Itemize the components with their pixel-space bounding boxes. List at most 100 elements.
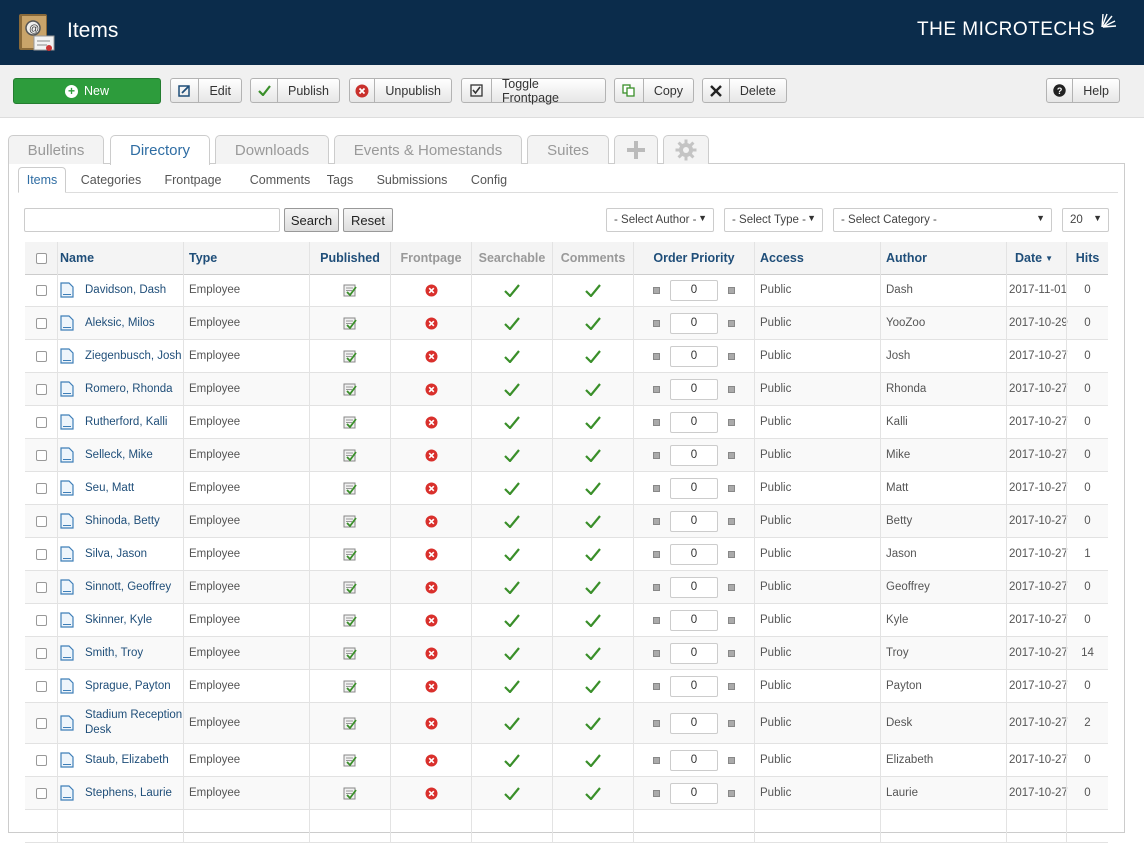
item-name-link[interactable]: Sprague, Payton	[85, 670, 185, 702]
published-toggle-icon[interactable]	[310, 604, 390, 636]
type-select[interactable]: - Select Type - ▼	[724, 208, 823, 232]
searchable-check-icon[interactable]	[472, 604, 552, 636]
order-up-icon[interactable]	[728, 385, 735, 393]
column-author[interactable]: Author	[886, 242, 1006, 274]
toggle-frontpage-button[interactable]: Toggle Frontpage	[461, 77, 606, 105]
comments-check-icon[interactable]	[553, 373, 633, 405]
order-down-icon[interactable]	[653, 517, 660, 525]
table-row[interactable]: Silva, Jason Employee 0 Public Jason 2017-10-…	[25, 538, 1108, 571]
order-up-icon[interactable]	[728, 719, 735, 727]
subtab-submissions[interactable]: Submissions	[372, 167, 452, 193]
order-down-icon[interactable]	[653, 756, 660, 764]
column-published[interactable]: Published	[310, 242, 390, 274]
tab-directory[interactable]: Directory	[110, 135, 210, 165]
order-priority-input[interactable]: 0	[670, 312, 718, 334]
order-down-icon[interactable]	[653, 550, 660, 558]
order-up-icon[interactable]	[728, 451, 735, 459]
item-name-link[interactable]: Ziegenbusch, Josh	[85, 340, 185, 372]
published-toggle-icon[interactable]	[310, 472, 390, 504]
published-toggle-icon[interactable]	[310, 274, 390, 306]
table-row[interactable]: Rutherford, Kalli Employee 0 Public Kalli 201…	[25, 406, 1108, 439]
item-name-link[interactable]: Seu, Matt	[85, 472, 185, 504]
frontpage-off-icon[interactable]	[391, 777, 471, 809]
row-checkbox[interactable]	[35, 647, 47, 659]
searchable-check-icon[interactable]	[472, 538, 552, 570]
published-toggle-icon[interactable]	[310, 406, 390, 438]
comments-check-icon[interactable]	[553, 538, 633, 570]
searchable-check-icon[interactable]	[472, 777, 552, 809]
order-down-icon[interactable]	[653, 682, 660, 690]
subtab-frontpage[interactable]: Frontpage	[158, 167, 228, 193]
order-down-icon[interactable]	[653, 385, 660, 393]
published-toggle-icon[interactable]	[310, 340, 390, 372]
subtab-categories[interactable]: Categories	[74, 167, 148, 193]
comments-check-icon[interactable]	[553, 505, 633, 537]
order-up-icon[interactable]	[728, 756, 735, 764]
searchable-check-icon[interactable]	[472, 505, 552, 537]
comments-check-icon[interactable]	[553, 777, 633, 809]
published-toggle-icon[interactable]	[310, 571, 390, 603]
limit-select[interactable]: 20 ▼	[1062, 208, 1109, 232]
subtab-tags[interactable]: Tags	[324, 167, 356, 193]
table-row[interactable]: Shinoda, Betty Employee 0 Public Betty 2017-1…	[25, 505, 1108, 538]
table-row[interactable]: Sinnott, Geoffrey Employee 0 Public Geoffrey…	[25, 571, 1108, 604]
published-toggle-icon[interactable]	[310, 307, 390, 339]
comments-check-icon[interactable]	[553, 472, 633, 504]
published-toggle-icon[interactable]	[310, 777, 390, 809]
searchable-check-icon[interactable]	[472, 571, 552, 603]
delete-button[interactable]: Delete	[702, 78, 787, 103]
table-row[interactable]: Stadium Reception Desk Employee 0 Public Des…	[25, 703, 1108, 744]
subtab-comments[interactable]: Comments	[238, 167, 322, 193]
item-name-link[interactable]: Stadium Reception Desk	[85, 703, 185, 743]
searchable-check-icon[interactable]	[472, 439, 552, 471]
frontpage-off-icon[interactable]	[391, 307, 471, 339]
frontpage-off-icon[interactable]	[391, 373, 471, 405]
table-row[interactable]: Stephens, Laurie Employee 0 Public Laurie 201…	[25, 777, 1108, 810]
row-checkbox[interactable]	[35, 317, 47, 329]
searchable-check-icon[interactable]	[472, 744, 552, 776]
search-input[interactable]	[24, 208, 280, 232]
edit-button[interactable]: Edit	[170, 78, 242, 103]
tab-suites[interactable]: Suites	[527, 135, 609, 164]
order-up-icon[interactable]	[728, 649, 735, 657]
order-up-icon[interactable]	[728, 517, 735, 525]
item-name-link[interactable]: Romero, Rhonda	[85, 373, 185, 405]
item-name-link[interactable]: Silva, Jason	[85, 538, 185, 570]
order-up-icon[interactable]	[728, 789, 735, 797]
item-name-link[interactable]: Sinnott, Geoffrey	[85, 571, 185, 603]
column-name[interactable]: Name	[60, 242, 180, 274]
order-down-icon[interactable]	[653, 352, 660, 360]
searchable-check-icon[interactable]	[472, 406, 552, 438]
item-name-link[interactable]: Staub, Elizabeth	[85, 744, 185, 776]
order-down-icon[interactable]	[653, 616, 660, 624]
published-toggle-icon[interactable]	[310, 744, 390, 776]
item-name-link[interactable]: Selleck, Mike	[85, 439, 185, 471]
column-hits[interactable]: Hits	[1067, 242, 1108, 274]
table-row[interactable]: Romero, Rhonda Employee 0 Public Rhonda 2017-…	[25, 373, 1108, 406]
order-up-icon[interactable]	[728, 418, 735, 426]
comments-check-icon[interactable]	[553, 406, 633, 438]
select-all-checkbox[interactable]	[35, 252, 47, 264]
order-down-icon[interactable]	[653, 418, 660, 426]
column-order-priority[interactable]: Order Priority	[634, 242, 754, 274]
table-row[interactable]: Aleksic, Milos Employee 0 Public YooZoo 2017-…	[25, 307, 1108, 340]
frontpage-off-icon[interactable]	[391, 340, 471, 372]
published-toggle-icon[interactable]	[310, 670, 390, 702]
searchable-check-icon[interactable]	[472, 472, 552, 504]
published-toggle-icon[interactable]	[310, 703, 390, 743]
order-up-icon[interactable]	[728, 286, 735, 294]
searchable-check-icon[interactable]	[472, 703, 552, 743]
order-priority-input[interactable]: 0	[670, 411, 718, 433]
subtab-items[interactable]: Items	[18, 167, 66, 193]
order-priority-input[interactable]: 0	[670, 378, 718, 400]
subtab-config[interactable]: Config	[466, 167, 512, 193]
order-priority-input[interactable]: 0	[670, 642, 718, 664]
comments-check-icon[interactable]	[553, 670, 633, 702]
order-priority-input[interactable]: 0	[670, 749, 718, 771]
row-checkbox[interactable]	[35, 581, 47, 593]
row-checkbox[interactable]	[35, 717, 47, 729]
frontpage-off-icon[interactable]	[391, 439, 471, 471]
frontpage-off-icon[interactable]	[391, 472, 471, 504]
order-priority-input[interactable]: 0	[670, 782, 718, 804]
copy-button[interactable]: Copy	[614, 78, 694, 103]
